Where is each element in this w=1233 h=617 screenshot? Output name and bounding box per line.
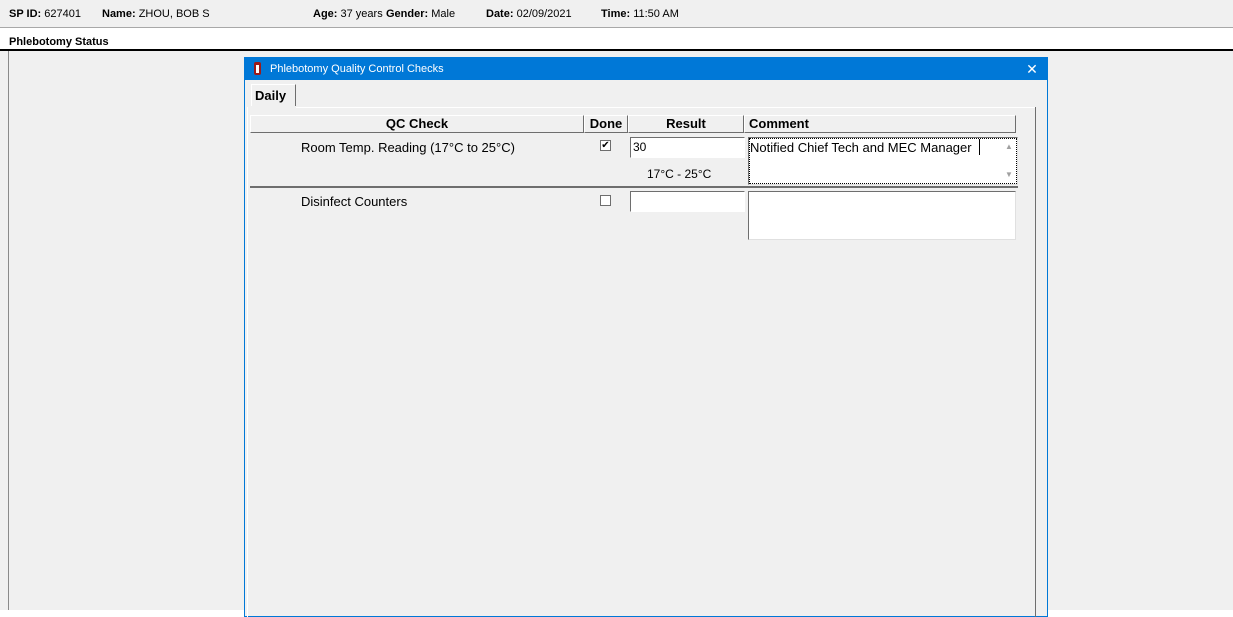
date-value: 02/09/2021: [516, 8, 572, 20]
workspace-border: [8, 51, 9, 610]
name-label: Name:: [102, 8, 136, 20]
sp-id-field: SP ID: 627401: [9, 9, 81, 20]
checkmark-icon: ✔: [601, 140, 610, 151]
result-input[interactable]: 30: [630, 137, 745, 158]
age-value: 37 years: [340, 8, 383, 20]
text-cursor: [979, 139, 980, 155]
qc-check-label: Disinfect Counters: [301, 194, 408, 209]
row-divider: [250, 186, 1018, 188]
column-header-qc-check: QC Check: [250, 115, 584, 133]
name-field: Name: ZHOU, BOB S: [102, 9, 210, 20]
column-header-result: Result: [628, 115, 744, 133]
age-field: Age: 37 years: [313, 9, 383, 20]
sp-id-label: SP ID:: [9, 8, 42, 20]
column-header-done: Done: [584, 115, 628, 133]
time-value: 11:50 AM: [633, 8, 679, 20]
scroll-up-icon[interactable]: ▲: [1003, 142, 1015, 152]
comment-textarea[interactable]: Notified Chief Tech and MEC Manager ▲ ▼: [748, 137, 1018, 185]
tab-panel-border: [296, 107, 1036, 108]
date-label: Date:: [486, 8, 514, 20]
qc-check-label: Room Temp. Reading (17°C to 25°C): [301, 140, 515, 155]
date-field: Date: 02/09/2021: [486, 9, 572, 20]
gender-label: Gender:: [386, 8, 429, 20]
qc-dialog: Phlebotomy Quality Control Checks ✕ Dail…: [244, 57, 1048, 617]
tab-panel-border-right: [1035, 107, 1036, 617]
gender-field: Gender: Male: [386, 9, 455, 20]
column-header-comment: Comment: [744, 115, 1016, 133]
done-checkbox[interactable]: ✔: [600, 140, 611, 151]
name-value: ZHOU, BOB S: [138, 8, 210, 20]
dialog-title: Phlebotomy Quality Control Checks: [270, 63, 444, 75]
close-button[interactable]: ✕: [1017, 58, 1047, 80]
tab-panel-border-left: [247, 107, 248, 617]
tube-icon: [254, 62, 261, 75]
comment-textarea[interactable]: [748, 191, 1016, 240]
time-label: Time:: [601, 8, 631, 20]
patient-info-bar: SP ID: 627401 Name: ZHOU, BOB S Age: 37 …: [0, 0, 1233, 27]
section-header: Phlebotomy Status: [0, 28, 1233, 49]
sp-id-value: 627401: [44, 8, 81, 20]
done-checkbox[interactable]: [600, 195, 611, 206]
result-input[interactable]: [630, 191, 745, 212]
dialog-titlebar[interactable]: Phlebotomy Quality Control Checks ✕: [245, 58, 1047, 80]
age-label: Age:: [313, 8, 338, 20]
result-range: 17°C - 25°C: [647, 167, 712, 181]
scroll-down-icon[interactable]: ▼: [1003, 170, 1015, 180]
time-field: Time: 11:50 AM: [601, 9, 679, 20]
tab-daily[interactable]: Daily: [251, 84, 296, 106]
comment-text: Notified Chief Tech and MEC Manager: [750, 140, 972, 155]
section-title: Phlebotomy Status: [9, 36, 109, 48]
gender-value: Male: [431, 8, 456, 20]
